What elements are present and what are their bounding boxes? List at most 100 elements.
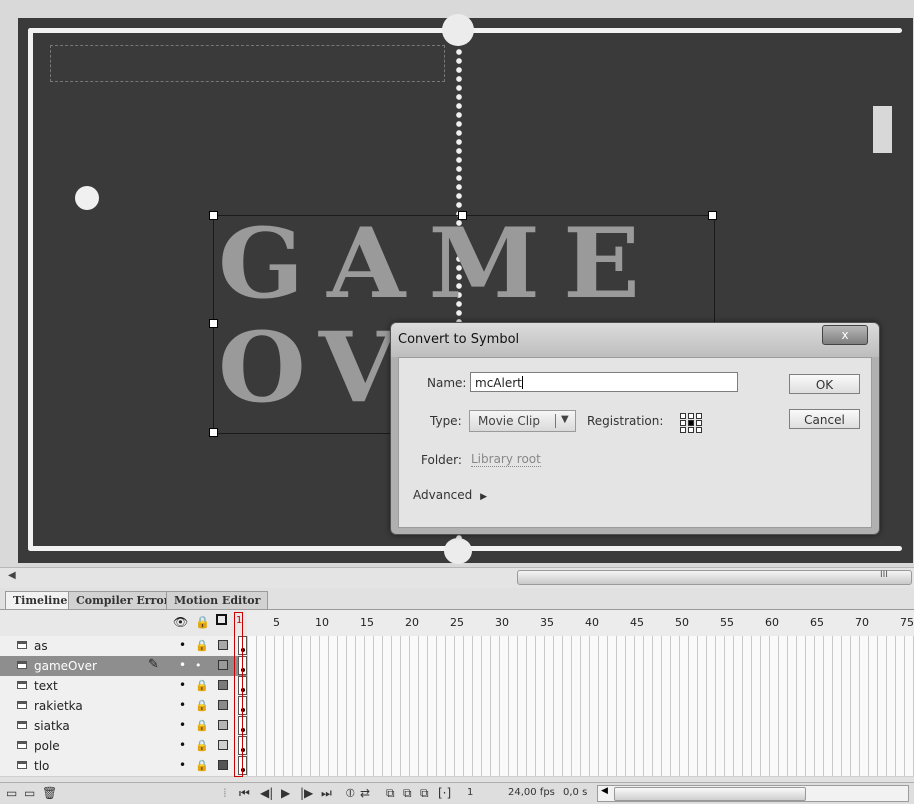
outline-color-box[interactable] [218,720,228,730]
layer-frames[interactable] [238,736,914,756]
visibility-dot-icon[interactable]: • [179,758,186,772]
layer-name-area[interactable]: as • 🔒 [0,636,247,656]
lock-dot-icon[interactable]: • [195,659,202,672]
layer-name-area[interactable]: text • 🔒 [0,676,247,696]
scrollbar-thumb[interactable] [614,787,806,801]
transform-handle[interactable] [708,211,717,220]
lock-icon[interactable]: 🔒 [195,759,209,772]
layer-row[interactable]: siatka • 🔒 [0,716,914,737]
registration-point[interactable] [696,413,702,419]
layer-row[interactable]: pole • 🔒 [0,736,914,757]
visibility-dot-icon[interactable]: • [179,698,186,712]
layer-frames[interactable] [238,656,914,676]
scroll-left-icon[interactable]: ◀ [601,786,608,796]
transform-handle[interactable] [209,211,218,220]
registration-point[interactable] [680,427,686,433]
lock-icon[interactable]: 🔒 [195,719,209,732]
resize-grip-icon[interactable]: ⁞ [223,786,227,800]
play-icon[interactable]: ▶ [281,786,290,800]
ok-button[interactable]: OK [789,374,860,394]
lock-icon[interactable]: 🔒 [195,615,210,629]
edit-multiple-frames-icon[interactable]: ⧉ [420,786,429,801]
visibility-dot-icon[interactable]: • [179,658,186,672]
step-back-icon[interactable]: ◀| [260,786,273,800]
trash-icon[interactable]: 🗑 [42,786,57,800]
dialog-titlebar[interactable]: Convert to Symbol x [391,323,879,357]
registration-grid[interactable] [680,413,704,433]
timeline-scrollbar[interactable]: ◀ [597,785,909,802]
stage-horizontal-scrollbar[interactable]: ◀ III [0,567,914,588]
onion-skin-icon[interactable]: ⧉ [386,786,395,801]
registration-point[interactable] [696,420,702,426]
outline-color-box[interactable] [218,660,228,670]
layer-name: text [34,679,58,693]
registration-point-selected[interactable] [688,420,694,426]
layer-frames[interactable] [238,676,914,696]
outline-color-box[interactable] [218,760,228,770]
lock-icon[interactable]: 🔒 [195,639,209,652]
visibility-dot-icon[interactable]: • [179,738,186,752]
layer-row[interactable]: gameOver ✎ • • [0,656,914,677]
transform-handle[interactable] [209,428,218,437]
registration-point[interactable] [680,413,686,419]
lock-icon[interactable]: 🔒 [195,699,209,712]
new-layer-icon[interactable]: ▭ [6,786,17,800]
frame-ruler[interactable]: 5 10 15 20 25 30 35 40 45 50 55 60 65 70… [247,610,914,637]
registration-point[interactable] [696,427,702,433]
paddle[interactable] [873,106,892,153]
new-folder-icon[interactable]: ▭ [24,786,35,800]
layer-name-area[interactable]: gameOver ✎ • • [0,656,247,676]
lock-icon[interactable]: 🔒 [195,679,209,692]
advanced-toggle[interactable]: Advanced ▶ [413,488,487,502]
frame-rate-readout[interactable]: 24,00 fps [508,787,555,798]
transform-handle[interactable] [209,319,218,328]
outline-icon[interactable] [216,614,227,625]
loop-icon[interactable]: ⇄ [360,786,370,800]
layer-name-area[interactable]: siatka • 🔒 [0,716,247,736]
outline-color-box[interactable] [218,740,228,750]
name-input[interactable]: mcAlert [470,372,738,392]
tab-motion-editor[interactable]: Motion Editor [166,591,269,609]
visibility-dot-icon[interactable]: • [179,638,186,652]
center-frame-icon[interactable]: ⦶ [346,786,355,801]
layer-row[interactable]: as • 🔒 [0,636,914,657]
go-to-last-frame-icon[interactable]: ⏭ [321,786,332,801]
scroll-left-icon[interactable]: ◀ [8,570,16,581]
go-to-first-frame-icon[interactable]: ⏮ [239,786,250,801]
close-button[interactable]: x [822,325,868,345]
registration-point[interactable] [680,420,686,426]
outline-color-box[interactable] [218,680,228,690]
layer-frames[interactable] [238,636,914,656]
layer-name-area[interactable]: tlo • 🔒 [0,756,247,776]
registration-point[interactable] [688,427,694,433]
folder-link[interactable]: Library root [471,452,541,467]
ball[interactable] [75,186,99,210]
layer-name-area[interactable]: pole • 🔒 [0,736,247,756]
layer-name-area[interactable]: rakietka • 🔒 [0,696,247,716]
cancel-button[interactable]: Cancel [789,409,860,429]
layer-row[interactable]: rakietka • 🔒 [0,696,914,717]
visibility-dot-icon[interactable]: • [179,718,186,732]
onion-skin-outlines-icon[interactable]: ⧉ [403,786,412,801]
lock-icon[interactable]: 🔒 [195,739,209,752]
score-text-field[interactable] [50,45,445,82]
layer-row[interactable]: tlo • 🔒 [0,756,914,777]
layer-row[interactable]: text • 🔒 [0,676,914,697]
transform-handle[interactable] [458,211,467,220]
layer-frames[interactable] [238,696,914,716]
type-select[interactable]: Movie Clip ▼ [469,410,576,432]
step-forward-icon[interactable]: |▶ [300,786,313,800]
modify-onion-markers-icon[interactable]: [·] [438,786,451,800]
tab-timeline[interactable]: Timeline [5,591,76,609]
eye-icon[interactable]: 👁 [173,615,188,629]
registration-point[interactable] [688,413,694,419]
folder-label: Folder: [421,453,462,467]
playhead[interactable] [234,612,243,777]
outline-color-box[interactable] [218,640,228,650]
layer-frames[interactable] [238,716,914,736]
visibility-dot-icon[interactable]: • [179,678,186,692]
close-icon: x [841,328,849,342]
layer-frames[interactable] [238,756,914,776]
outline-color-box[interactable] [218,700,228,710]
scrollbar-thumb[interactable] [517,570,912,585]
